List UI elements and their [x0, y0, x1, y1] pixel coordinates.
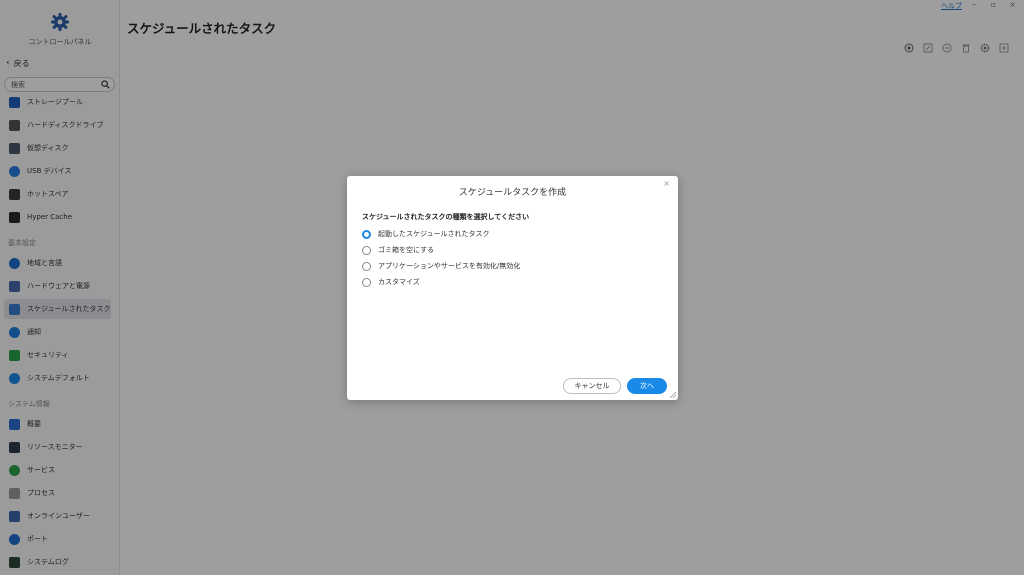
close-icon[interactable]: ×: [663, 179, 670, 188]
resize-handle-icon[interactable]: [669, 391, 677, 399]
option-enable-disable-app[interactable]: アプリケーションやサービスを有効化/無効化: [362, 261, 520, 271]
cancel-button[interactable]: キャンセル: [563, 378, 621, 394]
dialog-title: スケジュールタスクを作成: [458, 188, 567, 198]
radio-unchecked[interactable]: [362, 245, 371, 255]
radio-unchecked[interactable]: [362, 277, 371, 287]
create-task-dialog: スケジュールタスクを作成 × スケジュールされたタスクの種類を選択してください …: [347, 176, 678, 400]
dialog-prompt: スケジュールされたタスクの種類を選択してください: [362, 213, 530, 221]
option-empty-recycle-bin[interactable]: ゴミ箱を空にする: [362, 245, 434, 255]
next-button[interactable]: 次へ: [627, 378, 667, 394]
radio-unchecked[interactable]: [362, 261, 371, 271]
option-boot-task[interactable]: 起動したスケジュールされたタスク: [362, 229, 490, 239]
radio-checked[interactable]: [362, 229, 371, 239]
option-customize[interactable]: カスタマイズ: [362, 277, 420, 287]
